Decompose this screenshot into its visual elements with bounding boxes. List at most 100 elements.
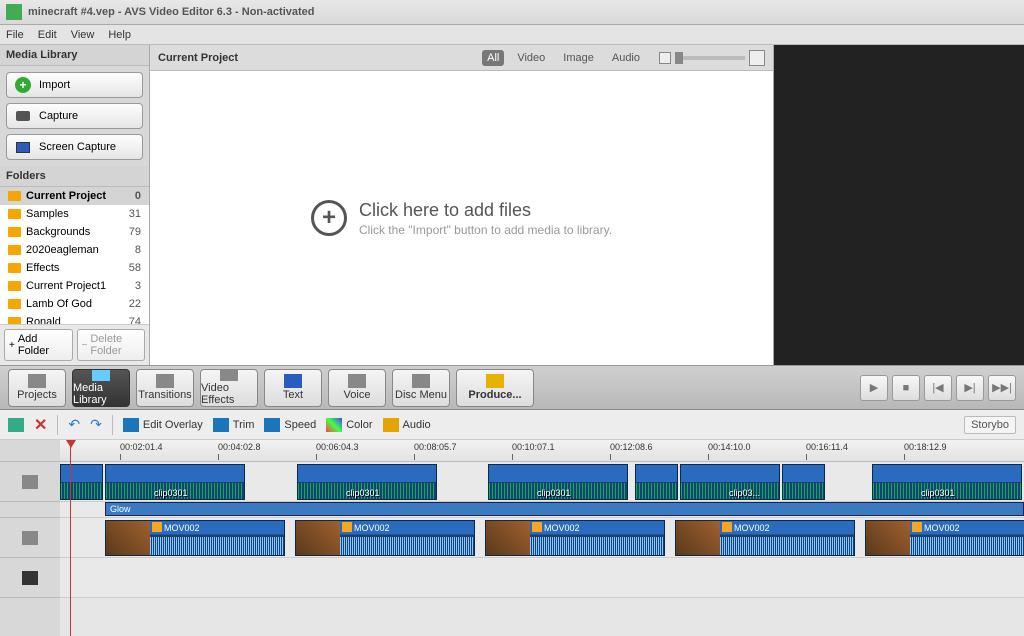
folder-name: Current Project (26, 190, 106, 202)
overlay-clip[interactable]: MOV002 (105, 520, 285, 556)
mode-video-effects[interactable]: Video Effects (200, 369, 258, 407)
video-clip[interactable]: clip0301 (488, 464, 628, 500)
capture-button[interactable]: Capture (6, 103, 143, 129)
overlay-indicator-icon (722, 522, 732, 532)
main-video-track[interactable]: clip0301 clip0301 clip0301 clip03... clip030… (60, 462, 1024, 502)
folder-row[interactable]: Effects58 (0, 259, 149, 277)
video-clip[interactable]: clip0301 (297, 464, 437, 500)
folder-row[interactable]: Samples31 (0, 205, 149, 223)
screen-capture-button[interactable]: Screen Capture (6, 134, 143, 160)
prev-frame-button[interactable]: |◀ (924, 375, 952, 401)
filter-audio[interactable]: Audio (607, 50, 645, 66)
folder-name: Current Project1 (26, 280, 106, 292)
tracks-area[interactable]: 00:02:01.400:04:02.800:06:04.300:08:05.7… (60, 440, 1024, 636)
ruler-tick: 00:06:04.3 (316, 442, 359, 452)
folder-row[interactable]: Current Project0 (0, 187, 149, 205)
delete-button[interactable]: ✕ (34, 415, 47, 435)
add-files-heading: Click here to add files (359, 200, 612, 221)
track-head-overlay[interactable] (0, 518, 60, 558)
mode-text[interactable]: Text (264, 369, 322, 407)
overlay-clip[interactable]: MOV002 (295, 520, 475, 556)
split-button[interactable] (8, 418, 24, 432)
folder-name: Backgrounds (26, 226, 90, 238)
ruler-tick: 00:18:12.9 (904, 442, 947, 452)
folder-row[interactable]: Current Project13 (0, 277, 149, 295)
filter-image[interactable]: Image (558, 50, 599, 66)
zoom-large-icon[interactable] (749, 50, 765, 66)
zoom-slider[interactable] (675, 56, 745, 60)
timeline: 00:02:01.400:04:02.800:06:04.300:08:05.7… (0, 440, 1024, 636)
play-button[interactable]: ▶ (860, 375, 888, 401)
mode-produce[interactable]: Produce... (456, 369, 534, 407)
track-head-text[interactable] (0, 558, 60, 598)
mode-projects[interactable]: Projects (8, 369, 66, 407)
storyboard-toggle[interactable]: Storybo (964, 416, 1016, 434)
filter-video[interactable]: Video (512, 50, 550, 66)
delete-folder-button[interactable]: − Delete Folder (77, 329, 146, 361)
overlay-clip[interactable]: MOV002 (865, 520, 1024, 556)
add-folder-button[interactable]: + Add Folder (4, 329, 73, 361)
end-button[interactable]: ▶▶| (988, 375, 1016, 401)
folder-row[interactable]: Lamb Of God22 (0, 295, 149, 313)
fx-track[interactable]: Glow (60, 502, 1024, 518)
ruler-tick: 00:08:05.7 (414, 442, 457, 452)
folder-icon (8, 227, 21, 237)
track-head-fx[interactable] (0, 502, 60, 518)
clip-label: MOV002 (544, 523, 580, 533)
fx-clip-glow[interactable]: Glow (105, 502, 1024, 516)
overlay-indicator-icon (152, 522, 162, 532)
overlay-indicator-icon (342, 522, 352, 532)
next-frame-button[interactable]: ▶| (956, 375, 984, 401)
edit-overlay-button[interactable]: Edit Overlay (123, 418, 203, 432)
zoom-small-icon[interactable] (659, 52, 671, 64)
clip-thumbnail (486, 521, 530, 555)
color-button[interactable]: Color (326, 418, 372, 432)
stop-button[interactable]: ■ (892, 375, 920, 401)
folder-row[interactable]: Ronald74 (0, 313, 149, 324)
folder-icon (8, 299, 21, 309)
clip-label: MOV002 (164, 523, 200, 533)
text-track[interactable] (60, 558, 1024, 598)
folder-icon (8, 191, 21, 201)
menu-edit[interactable]: Edit (38, 29, 57, 41)
overlay-indicator-icon (912, 522, 922, 532)
speed-button[interactable]: Speed (264, 418, 316, 432)
video-clip[interactable]: clip03... (680, 464, 780, 500)
audio-button[interactable]: Audio (383, 418, 431, 432)
time-ruler[interactable]: 00:02:01.400:04:02.800:06:04.300:08:05.7… (60, 440, 1024, 462)
video-clip[interactable] (60, 464, 103, 500)
folder-row[interactable]: Backgrounds 79 (0, 223, 149, 241)
playhead[interactable] (70, 440, 71, 636)
clip-thumbnail (296, 521, 340, 555)
folder-icon (8, 317, 21, 324)
add-files-plus-icon: + (311, 200, 347, 236)
import-button[interactable]: + Import (6, 72, 143, 98)
menu-file[interactable]: File (6, 29, 24, 41)
video-clip[interactable] (782, 464, 825, 500)
overlay-indicator-icon (532, 522, 542, 532)
menu-help[interactable]: Help (108, 29, 131, 41)
mode-transitions[interactable]: Transitions (136, 369, 194, 407)
menu-view[interactable]: View (71, 29, 95, 41)
mode-voice[interactable]: Voice (328, 369, 386, 407)
undo-button[interactable]: ↶ (68, 416, 80, 433)
folder-icon (8, 281, 21, 291)
video-clip[interactable]: clip0301 (872, 464, 1022, 500)
add-files-dropzone[interactable]: + Click here to add files Click the "Imp… (150, 71, 773, 365)
mode-disc-menu[interactable]: Disc Menu (392, 369, 450, 407)
trim-button[interactable]: Trim (213, 418, 255, 432)
folder-row[interactable]: 2020eagleman8 (0, 241, 149, 259)
overlay-track[interactable]: MOV002 MOV002 MOV002 MOV002 MOV002 (60, 518, 1024, 558)
track-head-main-video[interactable] (0, 462, 60, 502)
preview-monitor (774, 45, 1024, 365)
video-clip[interactable]: clip0301 (105, 464, 245, 500)
video-clip[interactable] (635, 464, 678, 500)
clip-thumbnail (676, 521, 720, 555)
overlay-clip[interactable]: MOV002 (485, 520, 665, 556)
redo-button[interactable]: ↷ (90, 416, 102, 433)
filter-all[interactable]: All (482, 50, 504, 66)
clip-thumbnail (106, 521, 150, 555)
folder-count: 79 (129, 226, 143, 238)
mode-media-library[interactable]: Media Library (72, 369, 130, 407)
overlay-clip[interactable]: MOV002 (675, 520, 855, 556)
